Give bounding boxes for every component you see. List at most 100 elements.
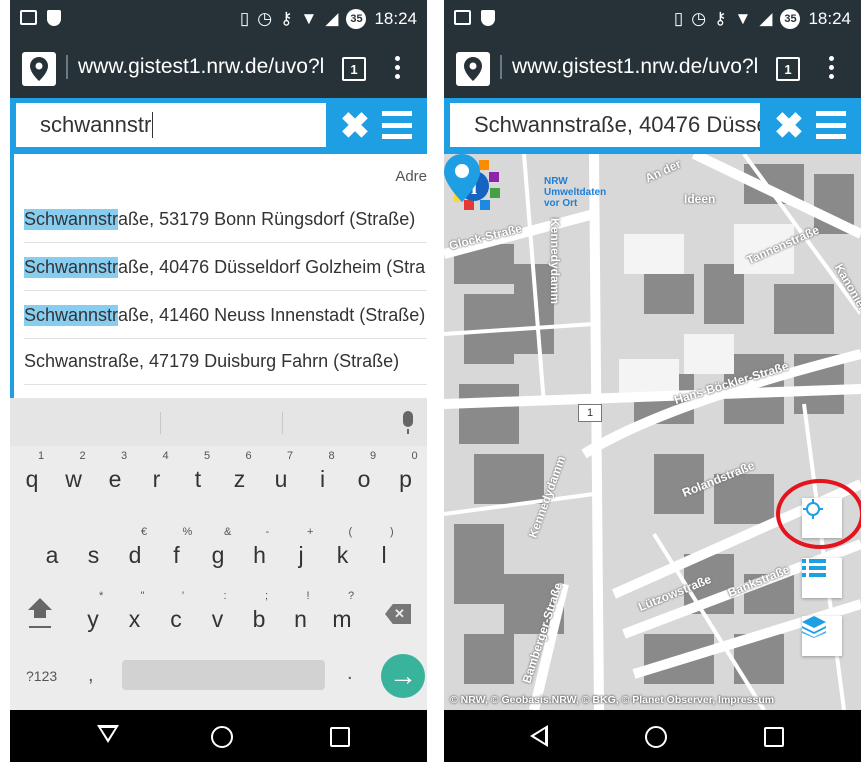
location-pin-icon[interactable] — [456, 52, 490, 86]
key-hint: & — [224, 526, 232, 538]
search-input[interactable]: schwannstr — [16, 103, 326, 147]
annotation-highlight-circle — [776, 479, 861, 549]
key-e[interactable]: 3e — [95, 446, 135, 498]
keyboard-suggestion-strip — [10, 398, 427, 446]
go-key[interactable]: → — [381, 654, 425, 698]
key-hint: ( — [348, 526, 353, 538]
key-label: o — [357, 466, 371, 492]
key-hint: 1 — [38, 450, 45, 462]
tab-switcher-button[interactable]: 1 — [776, 57, 800, 81]
key-label: h — [253, 542, 266, 568]
key-c[interactable]: ' c — [156, 586, 196, 638]
overflow-menu-icon[interactable] — [829, 56, 835, 79]
clock-time: 18:24 — [808, 9, 851, 28]
key-label: g — [211, 542, 225, 568]
key-u[interactable]: 7u — [261, 446, 301, 498]
key-hint: - — [265, 526, 270, 538]
url-field[interactable]: www.gistest1.nrw.de/uvo?l — [500, 55, 782, 79]
symbols-key[interactable]: ?123 — [26, 668, 57, 684]
key-hint: + — [307, 526, 314, 538]
gallery-notification-icon — [454, 10, 471, 25]
overflow-menu-icon[interactable] — [395, 56, 401, 79]
key-hint: ; — [265, 590, 269, 602]
recents-nav-icon[interactable] — [764, 727, 784, 747]
hamburger-menu-button[interactable] — [816, 111, 846, 139]
shift-key[interactable] — [26, 598, 54, 628]
location-pin-icon[interactable] — [22, 52, 56, 86]
key-r[interactable]: 4r — [137, 446, 177, 498]
backspace-key[interactable]: ✕ — [385, 604, 411, 624]
key-b[interactable]: ; b — [239, 586, 279, 638]
key-n[interactable]: ! n — [281, 586, 321, 638]
suggestion-item[interactable]: Schwannstr aße, 53179 Bonn Rüngsdorf (Str… — [24, 196, 427, 243]
vpn-key-icon: ⚷ — [280, 9, 293, 28]
back-nav-icon[interactable] — [530, 725, 548, 747]
key-label: y — [87, 606, 99, 632]
key-f[interactable]: % f — [157, 522, 197, 574]
key-w[interactable]: 2w — [54, 446, 94, 498]
key-v[interactable]: :v — [198, 586, 238, 638]
phone-right-screen: ▯ ◷ ⚷ ▼ ◢ 35 18:24 www.gistest1.nrw.de/u… — [444, 0, 861, 762]
key-g[interactable]: & g — [198, 522, 238, 574]
battery-icon: 35 — [346, 9, 367, 29]
suggestion-item[interactable]: Schwannstr aße, 41460 Neuss Innenstadt (S… — [24, 292, 427, 339]
key-i[interactable]: 8i — [303, 446, 343, 498]
key-z[interactable]: 6z — [220, 446, 260, 498]
key-s[interactable]: s — [74, 522, 114, 574]
wifi-icon: ▼ — [300, 9, 318, 28]
suggestion-item[interactable]: Schwannstr aße, 40476 Düsseldorf Golzheim… — [24, 244, 427, 291]
key-k[interactable]: (k — [323, 522, 363, 574]
soft-keyboard: 1 q 2 w 3 e 4 r 5 t 6 z 7 u 8 i 9 o 0 p a s € d% f & g - h + j(k) l * y " x… — [10, 398, 427, 710]
clear-search-button[interactable]: ✖ — [335, 105, 375, 146]
key-y[interactable]: * y — [73, 586, 113, 638]
layers-icon — [802, 616, 826, 638]
location-marker-icon[interactable] — [444, 154, 480, 202]
key-o[interactable]: 9o — [344, 446, 384, 498]
browser-url-bar: www.gistest1.nrw.de/uvo?l 1 — [10, 40, 427, 98]
map-view[interactable]: i NRW Umweltdaten vor Ort Hans-Böckler-S… — [444, 154, 861, 710]
home-nav-icon[interactable] — [211, 726, 233, 748]
key-label: k — [336, 542, 349, 568]
street-label: Kennedydamm — [548, 218, 562, 305]
key-label: f — [173, 542, 180, 568]
key-hint: ' — [182, 590, 185, 602]
map-attribution[interactable]: © NRW, © Geobasis.NRW, © BKG, © Planet O… — [444, 694, 861, 706]
key-hint: 5 — [204, 450, 211, 462]
key-a[interactable]: a — [32, 522, 72, 574]
key-label: p — [399, 466, 412, 492]
space-key[interactable] — [122, 660, 325, 690]
text-cursor — [152, 112, 154, 138]
period-key[interactable]: . — [347, 662, 353, 685]
url-field[interactable]: www.gistest1.nrw.de/uvo?l — [66, 55, 348, 79]
tab-switcher-button[interactable]: 1 — [342, 57, 366, 81]
key-j[interactable]: + j — [281, 522, 321, 574]
suggestion-item[interactable]: Schwanstraße, 47179 Duisburg Fahrn (Stra… — [24, 338, 427, 385]
key-x[interactable]: " x — [115, 586, 155, 638]
search-bar: schwannstr ✖ — [10, 98, 427, 154]
key-h[interactable]: -h — [240, 522, 280, 574]
hamburger-menu-button[interactable] — [382, 111, 412, 139]
key-p[interactable]: 0p — [386, 446, 426, 498]
key-q[interactable]: 1q — [12, 446, 52, 498]
key-label: u — [274, 466, 288, 492]
clear-search-button[interactable]: ✖ — [769, 105, 809, 146]
layers-button[interactable] — [802, 616, 842, 656]
key-label: b — [252, 606, 266, 632]
back-nav-icon[interactable] — [97, 725, 119, 743]
status-bar: ▯ ◷ ⚷ ▼ ◢ 35 18:24 — [10, 0, 427, 40]
home-nav-icon[interactable] — [645, 726, 667, 748]
key-hint: " — [140, 590, 145, 602]
legend-list-button[interactable] — [802, 558, 842, 598]
comma-key[interactable]: , — [88, 664, 94, 687]
key-d[interactable]: € d — [115, 522, 155, 574]
key-t[interactable]: 5t — [178, 446, 218, 498]
key-m[interactable]: ? m — [322, 586, 362, 638]
clock-time: 18:24 — [374, 9, 417, 28]
street-label: Ideen — [684, 192, 716, 206]
key-l[interactable]: ) l — [364, 522, 404, 574]
microphone-icon[interactable] — [403, 411, 413, 434]
key-label: n — [294, 606, 307, 632]
recents-nav-icon[interactable] — [330, 727, 350, 747]
search-input[interactable]: Schwannstraße, 40476 Düsse — [450, 103, 760, 147]
key-hint: 4 — [162, 450, 169, 462]
